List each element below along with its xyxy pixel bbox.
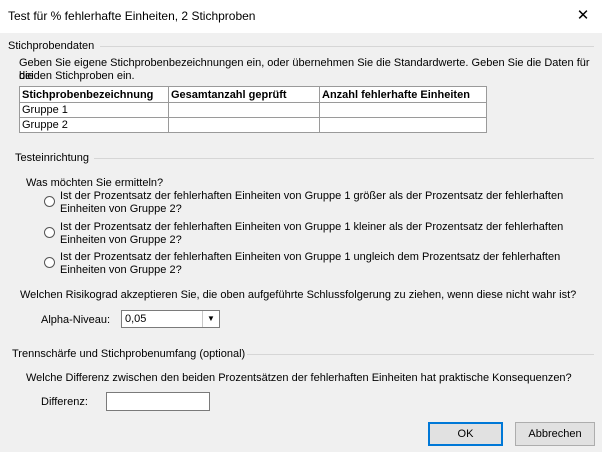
option-less-label-line2: Einheiten von Gruppe 2? xyxy=(60,234,182,246)
title-bar: Test für % fehlerhafte Einheiten, 2 Stic… xyxy=(0,0,602,33)
option-less-radio[interactable] xyxy=(44,227,55,238)
column-header-sample-name: Stichprobenbezeichnung xyxy=(19,86,169,103)
chevron-down-icon[interactable]: ▼ xyxy=(202,311,219,327)
risk-question: Welchen Risikograd akzeptieren Sie, die … xyxy=(20,289,577,301)
power-divider xyxy=(245,354,594,355)
alpha-label: Alpha-Niveau: xyxy=(41,314,111,326)
alpha-level-select[interactable]: 0,05 ▼ xyxy=(121,310,220,328)
option-greater-radio[interactable] xyxy=(44,196,55,207)
column-header-total-inspected: Gesamtanzahl geprüft xyxy=(168,86,320,103)
option-less-label-line1: Ist der Prozentsatz der fehlerhaften Ein… xyxy=(60,221,564,233)
cancel-button[interactable]: Abbrechen xyxy=(515,422,595,446)
sample-data-divider xyxy=(100,46,594,47)
difference-label: Differenz: xyxy=(41,396,88,408)
option-greater-label-line2: Einheiten von Gruppe 2? xyxy=(60,203,182,215)
defective-count-cell[interactable] xyxy=(319,117,487,133)
test-setup-question: Was möchten Sie ermitteln? xyxy=(26,177,164,189)
option-not-equal-label-line2: Einheiten von Gruppe 2? xyxy=(60,264,182,276)
sample-data-section-label: Stichprobendaten xyxy=(8,40,97,52)
total-inspected-cell[interactable] xyxy=(168,102,320,118)
power-question: Welche Differenz zwischen den beiden Pro… xyxy=(26,372,572,384)
column-header-defective-count: Anzahl fehlerhafte Einheiten xyxy=(319,86,487,103)
alpha-level-value: 0,05 xyxy=(125,313,147,325)
sample-data-instructions-line2: beiden Stichproben ein. xyxy=(19,70,135,82)
total-inspected-cell[interactable] xyxy=(168,117,320,133)
option-not-equal-radio[interactable] xyxy=(44,257,55,268)
power-section-label: Trennschärfe und Stichprobenumfang (opti… xyxy=(12,348,248,360)
option-not-equal-label-line1: Ist der Prozentsatz der fehlerhaften Ein… xyxy=(60,251,561,263)
close-icon[interactable]: ✕ xyxy=(572,7,594,25)
sample-data-table: Stichprobenbezeichnung Gesamtanzahl gepr… xyxy=(19,86,487,133)
table-header-row: Stichprobenbezeichnung Gesamtanzahl gepr… xyxy=(19,86,487,103)
ok-button[interactable]: OK xyxy=(428,422,503,446)
test-setup-section-label: Testeinrichtung xyxy=(15,152,91,164)
test-setup-divider xyxy=(94,158,594,159)
table-row: Gruppe 2 xyxy=(19,117,487,133)
window-title: Test für % fehlerhafte Einheiten, 2 Stic… xyxy=(8,9,256,23)
defective-count-cell[interactable] xyxy=(319,102,487,118)
table-row: Gruppe 1 xyxy=(19,102,487,118)
difference-input[interactable] xyxy=(106,392,210,411)
sample-name-cell[interactable]: Gruppe 2 xyxy=(19,117,169,133)
sample-name-cell[interactable]: Gruppe 1 xyxy=(19,102,169,118)
option-greater-label-line1: Ist der Prozentsatz der fehlerhaften Ein… xyxy=(60,190,564,202)
